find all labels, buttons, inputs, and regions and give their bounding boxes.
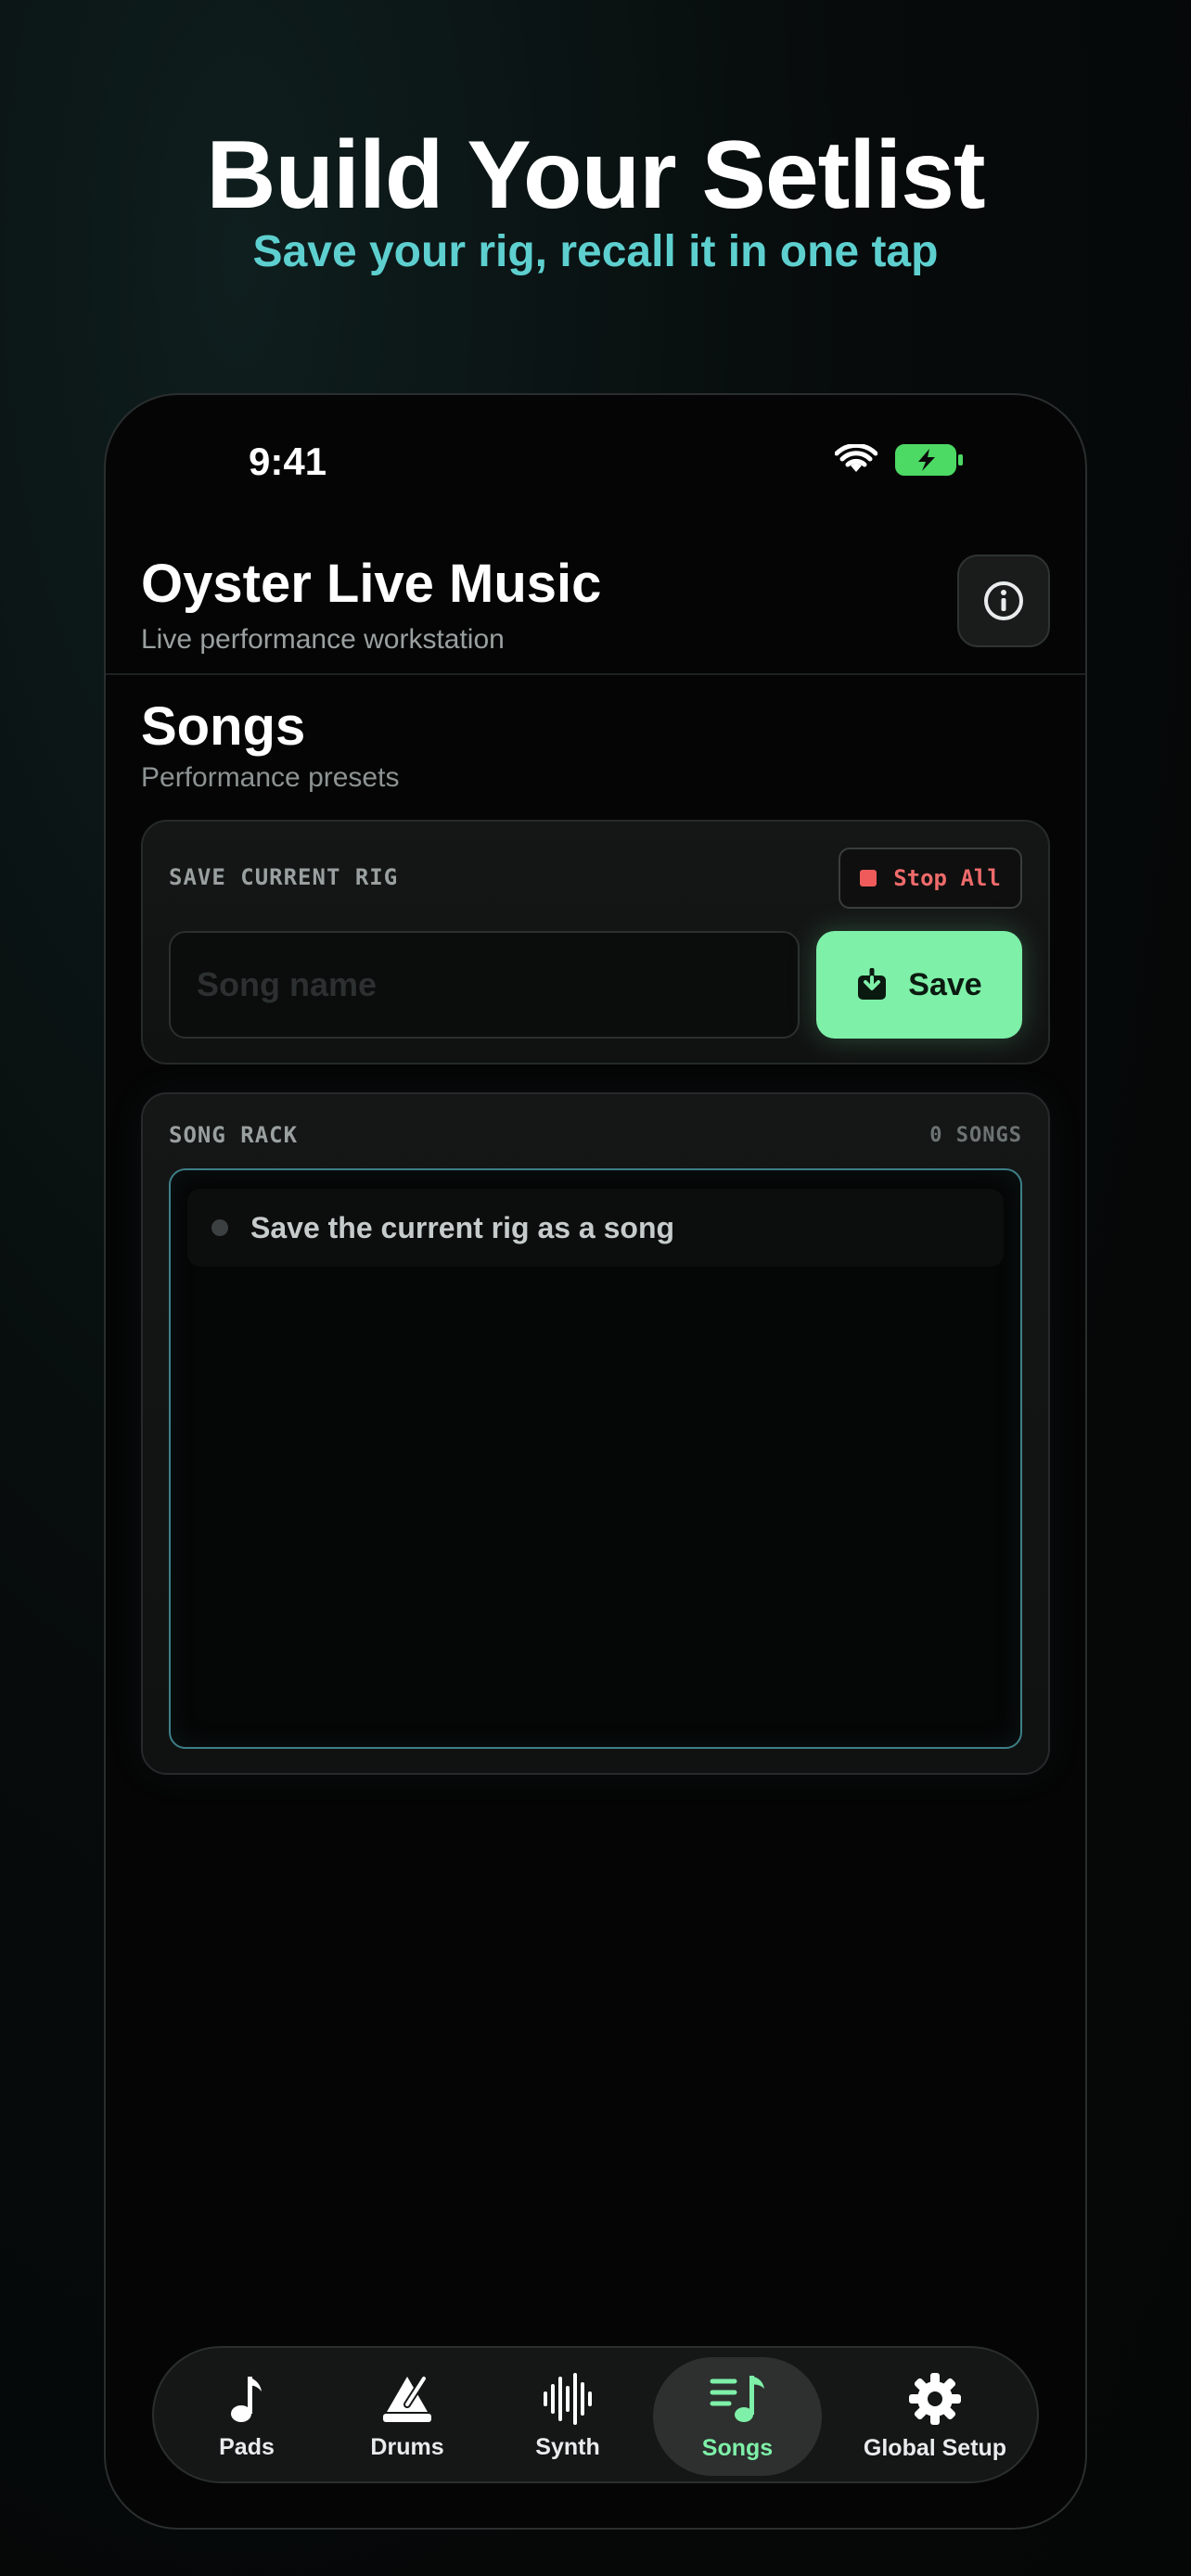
empty-dot-icon: [211, 1219, 228, 1236]
phone-frame: 9:41 Oyster Live Music Live performance …: [104, 393, 1087, 2530]
save-button[interactable]: Save: [816, 931, 1022, 1039]
info-icon: [984, 581, 1023, 620]
song-rack-card: SONG RACK 0 SONGS Save the current rig a…: [141, 1092, 1050, 1775]
section-title: Songs: [141, 696, 306, 757]
save-rig-label: SAVE CURRENT RIG: [169, 864, 399, 890]
hero-subtitle: Save your rig, recall it in one tap: [252, 227, 939, 276]
tab-label: Drums: [370, 2433, 444, 2460]
status-icons: [835, 443, 965, 477]
tab-drums[interactable]: Drums: [330, 2357, 484, 2476]
tab-label: Global Setup: [863, 2434, 1007, 2461]
section-subtitle: Performance presets: [141, 762, 400, 793]
stop-all-label: Stop All: [893, 865, 1001, 891]
song-rack-list[interactable]: Save the current rig as a song: [169, 1168, 1022, 1749]
save-label: Save: [908, 966, 982, 1002]
wifi-icon: [835, 444, 877, 472]
battery-charging-icon: [895, 444, 963, 476]
tab-bar: Pads Drums Synth Songs Global Setup: [152, 2346, 1039, 2483]
song-rack-label: SONG RACK: [169, 1122, 299, 1148]
app-subtitle: Live performance workstation: [141, 624, 505, 655]
empty-state-row: Save the current rig as a song: [187, 1189, 1004, 1267]
tab-label: Songs: [701, 2434, 774, 2461]
save-download-icon: [858, 968, 887, 1000]
song-count: 0 SONGS: [929, 1124, 1022, 1147]
gear-icon: [909, 2372, 961, 2425]
stop-all-button[interactable]: Stop All: [839, 848, 1022, 909]
song-name-input[interactable]: [169, 931, 800, 1039]
waveform-icon: [544, 2372, 592, 2425]
stop-icon: [860, 870, 877, 886]
app-header: Oyster Live Music Live performance works…: [141, 553, 1050, 664]
empty-state-text: Save the current rig as a song: [250, 1210, 675, 1244]
music-note-icon: [231, 2376, 262, 2422]
header-divider: [106, 673, 1085, 675]
tab-synth[interactable]: Synth: [497, 2357, 638, 2476]
status-time: 9:41: [249, 440, 327, 483]
tab-label: Synth: [535, 2433, 600, 2460]
app-title: Oyster Live Music: [141, 554, 602, 614]
tab-songs[interactable]: Songs: [653, 2357, 822, 2476]
metronome-icon: [383, 2374, 431, 2422]
save-rig-card: SAVE CURRENT RIG Stop All Save: [141, 820, 1050, 1065]
tab-pads[interactable]: Pads: [176, 2357, 317, 2476]
tab-label: Pads: [219, 2433, 275, 2460]
music-list-icon: [710, 2375, 764, 2422]
hero-title: Build Your Setlist: [206, 121, 985, 229]
info-button[interactable]: [957, 555, 1050, 647]
tab-global-setup[interactable]: Global Setup: [835, 2357, 1035, 2476]
